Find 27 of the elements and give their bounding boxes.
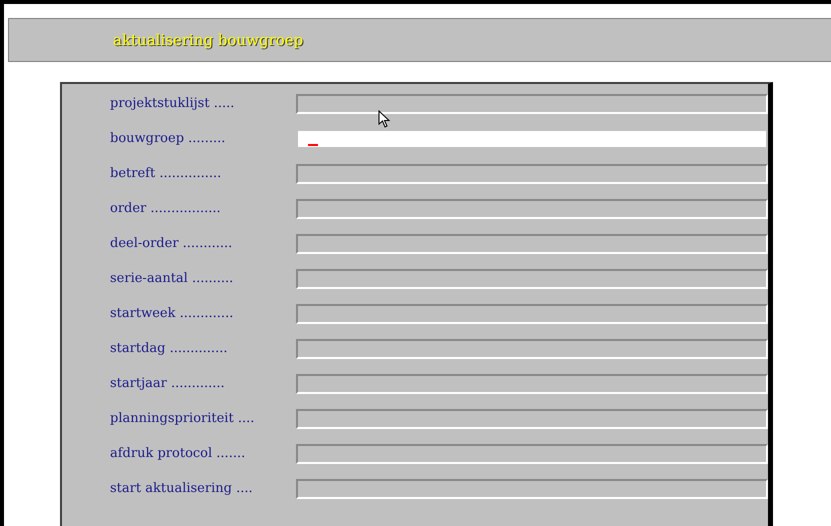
input-field[interactable] bbox=[296, 164, 768, 184]
text-cursor bbox=[308, 144, 318, 146]
mouse-pointer-icon bbox=[378, 110, 392, 128]
input-field[interactable] bbox=[296, 444, 768, 464]
input-field[interactable] bbox=[296, 479, 768, 499]
input-field[interactable] bbox=[296, 269, 768, 289]
input-field[interactable] bbox=[296, 199, 768, 219]
input-field[interactable] bbox=[296, 409, 768, 429]
input-field[interactable] bbox=[296, 129, 768, 149]
field-label: bouwgroep ......... bbox=[110, 130, 226, 148]
field-label: order ................. bbox=[110, 200, 222, 218]
field-label: deel-order ............ bbox=[110, 235, 234, 253]
field-label: planningsprioriteit .... bbox=[110, 410, 256, 428]
field-label: betreft ............... bbox=[110, 165, 222, 183]
field-label: afdruk protocol ....... bbox=[110, 445, 246, 463]
input-field[interactable] bbox=[296, 234, 768, 254]
field-label: startdag .............. bbox=[110, 340, 228, 358]
field-label: start aktualisering .... bbox=[110, 480, 254, 498]
field-label: startweek ............. bbox=[110, 305, 234, 323]
input-field[interactable] bbox=[296, 374, 768, 394]
field-label: projektstuklijst ..... bbox=[110, 95, 236, 113]
input-field[interactable] bbox=[296, 339, 768, 359]
field-label: startjaar ............. bbox=[110, 375, 226, 393]
input-field[interactable] bbox=[296, 94, 768, 114]
input-field[interactable] bbox=[296, 304, 768, 324]
header-title: aktualisering bouwgroep bbox=[113, 30, 304, 51]
field-label: serie-aantal .......... bbox=[110, 270, 234, 288]
